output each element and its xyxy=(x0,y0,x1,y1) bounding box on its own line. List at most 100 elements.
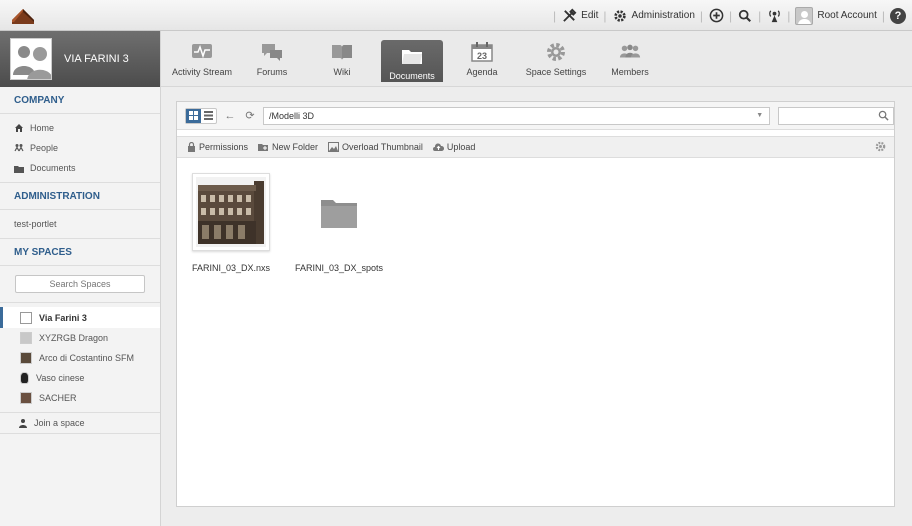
nav-item-label: Home xyxy=(30,123,55,133)
documents-panel: ← ⟳ /Modelli 3D ▼ Permissions New Folder xyxy=(176,101,895,507)
brand-logo[interactable] xyxy=(10,6,36,26)
folder-name: FARINI_03_DX_spots xyxy=(295,263,384,273)
cloud-upload-icon xyxy=(432,143,444,151)
view-toggle xyxy=(185,107,217,124)
lock-icon xyxy=(188,142,195,152)
space-header[interactable]: VIA FARINI 3 xyxy=(0,31,160,87)
path-field[interactable]: /Modelli 3D ▼ xyxy=(262,106,771,125)
search-icon xyxy=(737,8,753,24)
administration-button[interactable]: Administration xyxy=(612,8,695,24)
app-label: Documents xyxy=(389,71,435,81)
refresh-icon[interactable]: ⟳ xyxy=(243,109,257,122)
help-button[interactable]: ? xyxy=(890,7,906,24)
document-search-input[interactable] xyxy=(778,106,895,125)
top-navigation-bar: | Edit | Administration | | | | Root Acc… xyxy=(0,0,912,31)
upload-button[interactable]: Upload xyxy=(432,142,476,152)
tab-documents[interactable]: Documents xyxy=(381,40,443,82)
tab-space-settings[interactable]: Space Settings xyxy=(521,40,591,86)
folder-thumbnail xyxy=(300,173,378,251)
company-section: Home People Documents xyxy=(0,114,160,183)
tab-activity-stream[interactable]: Activity Stream xyxy=(171,40,233,86)
new-folder-button[interactable]: New Folder xyxy=(258,142,318,152)
left-sidebar: VIA FARINI 3 COMPANY Home People Documen… xyxy=(0,31,161,526)
permissions-label: Permissions xyxy=(199,142,249,152)
list-view-button[interactable] xyxy=(201,109,216,123)
tab-wiki[interactable]: Wiki xyxy=(311,40,373,86)
space-label: Vaso cinese xyxy=(36,373,85,383)
new-folder-label: New Folder xyxy=(272,142,319,152)
folder-item[interactable]: FARINI_03_DX_spots xyxy=(295,173,383,273)
spaces-list: Via Farini 3 XYZRGB Dragon Arco di Costa… xyxy=(0,303,160,408)
edit-button[interactable]: Edit xyxy=(561,8,598,24)
nav-item-people[interactable]: People xyxy=(0,138,160,158)
space-item-via-farini-3[interactable]: Via Farini 3 xyxy=(0,307,160,328)
nav-item-home[interactable]: Home xyxy=(0,118,160,138)
search-spaces-input[interactable] xyxy=(15,275,145,293)
activity-icon xyxy=(191,42,213,62)
space-thumbnail xyxy=(20,372,29,384)
space-name: VIA FARINI 3 xyxy=(64,53,129,65)
notifications-button[interactable] xyxy=(766,8,782,24)
tab-agenda[interactable]: 23 Agenda xyxy=(451,40,513,86)
grid-view-button[interactable] xyxy=(186,108,201,123)
upload-label: Upload xyxy=(446,142,476,152)
administration-label: Administration xyxy=(631,10,695,21)
app-label: Wiki xyxy=(333,67,351,77)
chevron-down-icon[interactable]: ▼ xyxy=(756,108,763,124)
building-thumbnail-image xyxy=(196,177,267,247)
thumbnail-icon xyxy=(328,142,340,152)
space-item-sacher[interactable]: SACHER xyxy=(0,388,160,408)
administration-section: test-portlet xyxy=(0,210,160,239)
search-icon[interactable] xyxy=(878,110,889,124)
space-item-xyzrgb-dragon[interactable]: XYZRGB Dragon xyxy=(0,328,160,348)
app-label: Agenda xyxy=(466,67,498,77)
app-label: Space Settings xyxy=(525,67,587,77)
my-spaces-section xyxy=(0,266,160,303)
overload-thumbnail-button[interactable]: Overload Thumbnail xyxy=(328,142,423,152)
new-folder-icon xyxy=(258,144,269,151)
space-app-bar: Activity Stream Forums Wiki Documents 23… xyxy=(161,31,912,87)
space-label: SACHER xyxy=(39,393,77,403)
join-space-label: Join a space xyxy=(34,418,85,428)
tab-members[interactable]: Members xyxy=(599,40,661,86)
space-thumbnail xyxy=(20,311,32,324)
permissions-button[interactable]: Permissions xyxy=(187,142,248,152)
people-icon xyxy=(14,143,24,153)
space-item-arco-di-costantino[interactable]: Arco di Costantino SFM xyxy=(0,348,160,368)
administration-section-title: ADMINISTRATION xyxy=(0,183,160,210)
calendar-icon: 23 xyxy=(471,42,493,62)
toolbar-right: | Edit | Administration | | | | Root Acc… xyxy=(548,0,906,31)
back-arrow-icon[interactable]: ← xyxy=(223,110,237,122)
nav-item-label: test-portlet xyxy=(14,219,57,229)
search-button[interactable] xyxy=(737,8,753,24)
gear-icon xyxy=(612,8,628,24)
forums-icon xyxy=(261,42,283,62)
gear-icon[interactable] xyxy=(875,141,886,154)
account-menu[interactable]: Root Account xyxy=(795,6,877,25)
settings-icon xyxy=(545,42,567,62)
file-item[interactable]: FARINI_03_DX.nxs xyxy=(192,173,270,273)
tab-forums[interactable]: Forums xyxy=(241,40,303,86)
documents-icon xyxy=(401,46,423,66)
grid-icon xyxy=(189,111,198,120)
edit-label: Edit xyxy=(581,10,599,21)
join-user-icon xyxy=(18,418,28,428)
my-spaces-section-title: MY SPACES xyxy=(0,239,160,266)
address-bar: ← ⟳ /Modelli 3D ▼ xyxy=(177,102,895,130)
user-avatar xyxy=(795,6,814,25)
nav-item-documents[interactable]: Documents xyxy=(0,158,160,178)
tools-icon xyxy=(561,8,577,24)
calendar-day: 23 xyxy=(477,51,487,61)
space-thumbnail xyxy=(20,352,32,364)
nav-item-test-portlet[interactable]: test-portlet xyxy=(0,214,160,234)
join-space-link[interactable]: Join a space xyxy=(0,413,160,433)
help-icon: ? xyxy=(890,7,906,24)
overload-thumbnail-label: Overload Thumbnail xyxy=(342,142,423,152)
space-thumbnail xyxy=(20,332,32,344)
join-section: Join a space xyxy=(0,412,160,434)
main-content: Activity Stream Forums Wiki Documents 23… xyxy=(161,31,912,526)
add-button[interactable] xyxy=(708,8,724,24)
wiki-icon xyxy=(331,42,353,62)
folder-icon xyxy=(14,163,24,173)
space-item-vaso-cinese[interactable]: Vaso cinese xyxy=(0,368,160,388)
